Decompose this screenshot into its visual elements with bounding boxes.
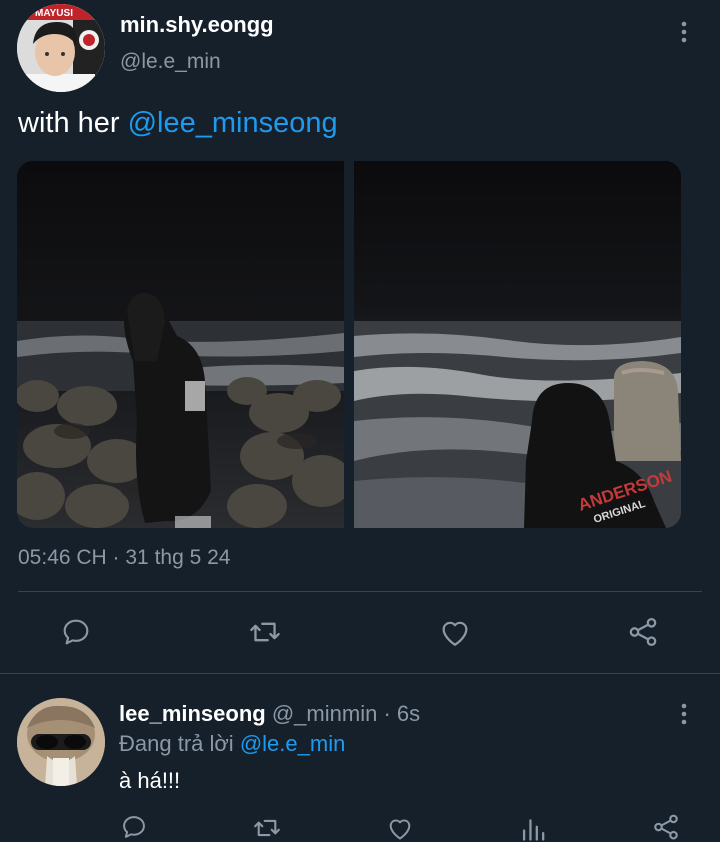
- tweet-photo-left[interactable]: [17, 161, 352, 528]
- reply-header: lee_minseong @_minmin · 6s: [119, 701, 420, 727]
- avatar-badge-text: MAYUSI: [35, 8, 73, 19]
- tweet-photo-right[interactable]: ANDERSON ORIGINAL: [354, 161, 681, 528]
- reply-icon[interactable]: [60, 616, 92, 648]
- photo-right-scene: ANDERSON ORIGINAL: [354, 161, 681, 528]
- tweet-mention-link[interactable]: @lee_minseong: [128, 107, 338, 139]
- divider-bottom: [0, 673, 720, 674]
- tweet-timestamp[interactable]: 05:46 CH · 31 thg 5 24: [18, 546, 230, 570]
- author-handle[interactable]: @le.e_min: [120, 50, 221, 74]
- replying-to-link[interactable]: @le.e_min: [240, 731, 346, 756]
- author-avatar-photo: MAYUSI: [17, 4, 105, 92]
- author-display-name[interactable]: min.shy.eongg: [120, 12, 274, 38]
- reply-more-options-icon[interactable]: [674, 702, 694, 726]
- replying-to-prefix: Đang trả lời: [119, 731, 234, 756]
- reply-like-icon[interactable]: [386, 814, 414, 842]
- reply-retweet-icon[interactable]: [252, 815, 282, 841]
- reply-avatar-photo: [17, 698, 105, 786]
- more-options-icon[interactable]: [674, 20, 694, 44]
- replying-to: Đang trả lời @le.e_min: [119, 731, 345, 757]
- share-icon[interactable]: [626, 615, 660, 649]
- reply-views-icon[interactable]: [520, 814, 546, 842]
- tweet-text: with her @lee_minseong: [18, 107, 338, 140]
- reply-text: à há!!!: [119, 768, 181, 793]
- reply-handle[interactable]: @_minmin: [272, 701, 377, 726]
- photo-left-scene: [17, 161, 352, 528]
- reply-display-name[interactable]: lee_minseong: [119, 701, 266, 726]
- reply-time: · 6s: [383, 701, 421, 726]
- author-avatar[interactable]: MAYUSI: [17, 4, 105, 92]
- reply-share-icon[interactable]: [651, 812, 681, 842]
- like-icon[interactable]: [438, 616, 472, 648]
- reply-avatar[interactable]: [17, 698, 105, 786]
- retweet-icon[interactable]: [248, 617, 282, 647]
- divider-top: [18, 591, 702, 592]
- tweet-media-grid: ANDERSON ORIGINAL: [17, 161, 681, 528]
- tweet-text-body: with her: [18, 107, 120, 139]
- reply-reply-icon[interactable]: [120, 813, 148, 841]
